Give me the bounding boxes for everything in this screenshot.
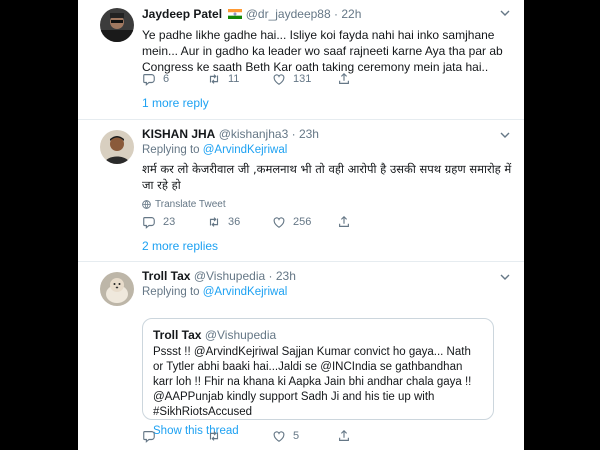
chevron-down-icon[interactable] — [500, 8, 510, 20]
share-button[interactable] — [337, 429, 402, 443]
twitter-reply-thread: Jaydeep Patel @dr_jaydeep88 · 22h Ye pad… — [78, 0, 524, 450]
retweet-button[interactable] — [207, 429, 272, 443]
avatar[interactable] — [100, 8, 134, 42]
tweet-text: Ye padhe likhe gadhe hai... Isliye koi f… — [142, 28, 503, 74]
reply-button[interactable]: 23 — [142, 215, 207, 229]
more-replies-link[interactable]: 2 more replies — [142, 239, 218, 253]
retweet-button[interactable]: 36 — [207, 215, 272, 229]
tweet-header: KISHAN JHA @kishanjha3 · 23h — [142, 126, 514, 142]
display-name[interactable]: KISHAN JHA — [142, 127, 215, 141]
quoted-tweet[interactable]: Troll Tax @Vishupedia Pssst !! @ArvindKe… — [142, 318, 494, 437]
replying-to: Replying to @ArvindKejriwal — [142, 144, 514, 156]
tweet-header: Troll Tax @Vishupedia · 23h — [142, 268, 514, 284]
separator-dot: · — [334, 7, 338, 21]
display-name[interactable]: Troll Tax — [142, 269, 190, 283]
chevron-down-icon[interactable] — [500, 130, 510, 142]
tweet-actions: 23 36 256 — [142, 215, 402, 229]
reply-icon — [143, 74, 155, 86]
retweet-icon — [209, 431, 219, 441]
tweet-actions: 5 — [142, 429, 402, 443]
quoted-tweet-header: Troll Tax @Vishupedia — [153, 327, 483, 343]
user-handle[interactable]: @dr_jaydeep88 — [246, 7, 331, 21]
separator-dot: · — [268, 269, 273, 283]
retweet-icon — [209, 217, 219, 227]
reply-icon — [143, 217, 155, 229]
reply-icon — [143, 431, 155, 443]
reply-button[interactable] — [142, 429, 207, 443]
retweet-icon — [209, 74, 219, 84]
share-icon — [339, 215, 349, 227]
quoted-user-handle: @Vishupedia — [204, 328, 277, 342]
heart-icon — [273, 74, 285, 85]
quoted-tweet-text: Pssst !! @ArvindKejriwal Sajjan Kumar co… — [153, 346, 472, 418]
like-button[interactable]: 256 — [272, 215, 337, 229]
share-button[interactable] — [337, 215, 402, 229]
reply-count: 23 — [163, 216, 176, 228]
like-count: 131 — [293, 73, 312, 85]
like-button[interactable]: 131 — [272, 72, 337, 86]
heart-icon — [273, 217, 285, 228]
like-count: 5 — [293, 430, 300, 442]
translate-tweet-link[interactable]: Translate Tweet — [142, 199, 514, 210]
avatar[interactable] — [100, 272, 134, 306]
tweet-actions: 6 11 131 — [142, 72, 402, 86]
replying-to: Replying to @ArvindKejriwal — [142, 286, 514, 298]
share-icon — [339, 429, 349, 441]
replying-to-label: Replying to — [142, 286, 200, 298]
more-replies-link[interactable]: 1 more reply — [142, 96, 209, 110]
tweet-kishan[interactable]: KISHAN JHA @kishanjha3 · 23h Replying to… — [78, 120, 524, 260]
chevron-down-icon[interactable] — [500, 272, 510, 284]
tweet-header: Jaydeep Patel @dr_jaydeep88 · 22h — [142, 6, 514, 23]
like-button[interactable]: 5 — [272, 429, 337, 443]
tweet-timestamp[interactable]: 23h — [276, 269, 296, 283]
retweet-button[interactable]: 11 — [207, 72, 272, 86]
mention-link[interactable]: @ArvindKejriwal — [203, 286, 288, 298]
quoted-display-name: Troll Tax — [153, 328, 202, 342]
user-handle[interactable]: @Vishupedia — [194, 269, 265, 283]
replying-to-label: Replying to — [142, 144, 200, 156]
reply-count: 6 — [163, 73, 170, 85]
mention-link[interactable]: @ArvindKejriwal — [203, 144, 288, 156]
display-name[interactable]: Jaydeep Patel — [142, 7, 222, 21]
tweet-text: शर्म कर लो केजरीवाल जी ,कमलनाथ भी तो वही… — [142, 162, 512, 192]
user-handle[interactable]: @kishanjha3 — [219, 127, 289, 141]
reply-button[interactable]: 6 — [142, 72, 207, 86]
retweet-count: 11 — [228, 73, 240, 85]
tweet-timestamp[interactable]: 22h — [341, 7, 361, 21]
globe-icon — [142, 200, 151, 209]
tweet-trolltax[interactable]: Troll Tax @Vishupedia · 23h Replying to … — [78, 262, 524, 450]
tweet-jaydeep[interactable]: Jaydeep Patel @dr_jaydeep88 · 22h Ye pad… — [78, 0, 524, 118]
like-count: 256 — [293, 216, 312, 228]
avatar[interactable] — [100, 130, 134, 164]
separator-dot: · — [291, 127, 296, 141]
tweet-timestamp[interactable]: 23h — [299, 127, 319, 141]
share-button[interactable] — [337, 72, 402, 86]
india-flag-icon — [228, 7, 243, 23]
retweet-count: 36 — [228, 216, 241, 228]
share-icon — [339, 72, 349, 84]
heart-icon — [273, 431, 285, 442]
translate-label: Translate Tweet — [155, 199, 226, 210]
